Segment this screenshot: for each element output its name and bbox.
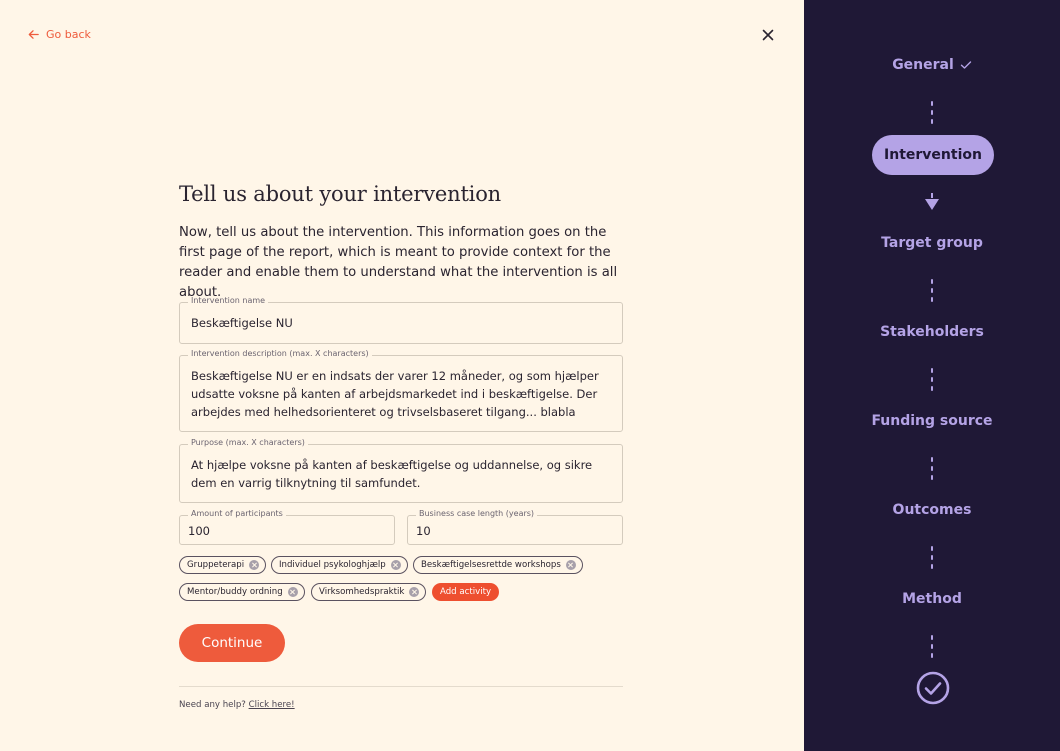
main-panel: Go back Tell us about your intervention … [0,0,804,751]
remove-chip-icon[interactable] [565,560,576,570]
case-length-label: Business case length (years) [416,509,538,518]
step-connector [931,546,933,570]
activity-chip[interactable]: Gruppeterapi [179,556,267,574]
participants-value: 100 [188,524,210,538]
progress-sidebar: General Intervention Target group Stakeh… [804,0,1060,751]
participants-field[interactable]: Amount of participants 100 [179,509,395,545]
activity-chip-label: Mentor/buddy ordning [187,587,283,597]
remove-chip-icon[interactable] [390,560,401,570]
purpose-field[interactable]: Purpose (max. X characters) At hjælpe vo… [179,438,623,503]
intervention-description-line-1: Beskæftigelse NU er en indsats der varer… [191,369,599,383]
remove-chip-icon[interactable] [287,587,298,597]
purpose-line-1: At hjælpe voksne på kanten af beskæftige… [191,458,593,472]
remove-chip-icon[interactable] [409,587,420,597]
finish-check-icon [916,671,950,705]
divider [179,686,623,687]
step-connector [931,457,933,481]
participants-label: Amount of participants [188,509,286,518]
step-stakeholders[interactable]: Stakeholders [804,324,1060,340]
activity-chip[interactable]: Virksomhedspraktik [311,583,427,601]
step-target-group[interactable]: Target group [804,235,1060,251]
arrow-left-icon [28,30,39,39]
step-general[interactable]: General [804,57,1060,73]
arrow-down-icon [925,193,939,210]
intervention-description-line-2: udsatte voksne på kanten af arbejdsmarke… [191,387,598,401]
remove-chip-icon[interactable] [249,560,260,570]
intervention-description-field[interactable]: Intervention description (max. X charact… [179,349,623,432]
help-link[interactable]: Click here! [249,700,295,710]
help-line: Need any help? Click here! [179,700,295,710]
step-connector [931,101,933,125]
help-text: Need any help? [179,700,246,710]
intervention-name-field[interactable]: Intervention name Beskæftigelse NU [179,296,623,344]
activity-chip-label: Beskæftigelsesrettde workshops [421,560,561,570]
activity-chip[interactable]: Mentor/buddy ordning [179,583,305,601]
intervention-form: Tell us about your intervention Now, tel… [179,182,623,303]
intervention-description-line-3: arbejdes med helhedsorienteret og trivse… [191,405,576,419]
intro-text: Now, tell us about the intervention. Thi… [179,225,618,300]
step-connector [931,279,933,303]
add-activity-button[interactable]: Add activity [432,583,500,601]
continue-button[interactable]: Continue [179,624,285,662]
intervention-name-value: Beskæftigelse NU [191,316,293,330]
page-title: Tell us about your intervention [179,182,501,206]
activity-chip[interactable]: Individuel psykologhjælp [271,556,408,574]
activity-chip-label: Individuel psykologhjælp [279,560,386,570]
go-back-link[interactable]: Go back [27,28,91,41]
purpose-label: Purpose (max. X characters) [188,438,308,447]
step-outcomes[interactable]: Outcomes [804,502,1060,518]
activity-chip[interactable]: Beskæftigelsesrettde workshops [413,556,583,574]
purpose-line-2: dem en varrig tilknytning til samfundet. [191,476,421,490]
close-icon[interactable] [760,27,776,43]
step-connector [931,635,933,659]
step-intervention[interactable]: Intervention [872,135,994,175]
activity-chip-label: Virksomhedspraktik [319,587,405,597]
activity-chip-label: Gruppeterapi [187,560,245,570]
check-icon [960,61,971,69]
step-funding-source[interactable]: Funding source [804,413,1060,429]
intervention-name-label: Intervention name [188,296,269,305]
intervention-description-label: Intervention description (max. X charact… [188,349,372,358]
case-length-value: 10 [416,524,431,538]
go-back-label: Go back [46,28,91,41]
step-connector [931,368,933,392]
step-method[interactable]: Method [804,591,1060,607]
step-general-label: General [892,57,954,73]
case-length-field[interactable]: Business case length (years) 10 [407,509,623,545]
